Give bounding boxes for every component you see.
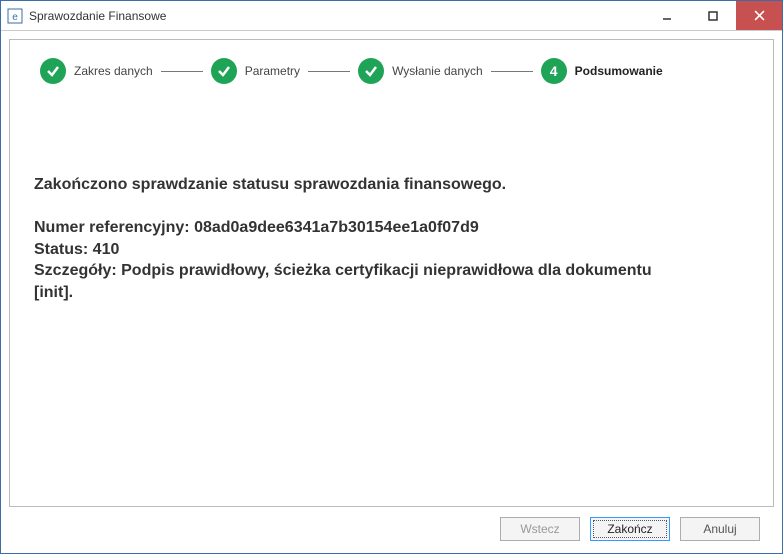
check-icon (358, 58, 384, 84)
step-1: Zakres danych (40, 58, 153, 84)
finish-button[interactable]: Zakończ (590, 517, 670, 541)
check-icon (211, 58, 237, 84)
step-separator (308, 71, 350, 72)
status-message: Zakończono sprawdzanie statusu sprawozda… (34, 174, 674, 304)
close-button[interactable] (736, 1, 782, 30)
window-controls (644, 1, 782, 30)
back-button: Wstecz (500, 517, 580, 541)
step-4-active: 4 Podsumowanie (541, 58, 663, 84)
step-label: Podsumowanie (575, 64, 663, 78)
wizard-panel: Zakres danych Parametry Wysłanie danych … (9, 39, 774, 507)
step-label: Parametry (245, 64, 300, 78)
step-3: Wysłanie danych (358, 58, 483, 84)
wizard-container: Zakres danych Parametry Wysłanie danych … (1, 31, 782, 553)
svg-text:e: e (12, 12, 18, 23)
wizard-steps: Zakres danych Parametry Wysłanie danych … (10, 40, 773, 94)
step-label: Wysłanie danych (392, 64, 483, 78)
step-label: Zakres danych (74, 64, 153, 78)
titlebar: e Sprawozdanie Finansowe (1, 1, 782, 31)
step-separator (161, 71, 203, 72)
content-area: Zakończono sprawdzanie statusu sprawozda… (10, 94, 773, 506)
footer-buttons: Wstecz Zakończ Anuluj (9, 507, 774, 545)
window-title: Sprawozdanie Finansowe (29, 9, 644, 23)
step-number-icon: 4 (541, 58, 567, 84)
minimize-button[interactable] (644, 1, 690, 30)
maximize-button[interactable] (690, 1, 736, 30)
step-separator (491, 71, 533, 72)
step-2: Parametry (211, 58, 300, 84)
cancel-button[interactable]: Anuluj (680, 517, 760, 541)
app-icon: e (7, 8, 23, 24)
check-icon (40, 58, 66, 84)
